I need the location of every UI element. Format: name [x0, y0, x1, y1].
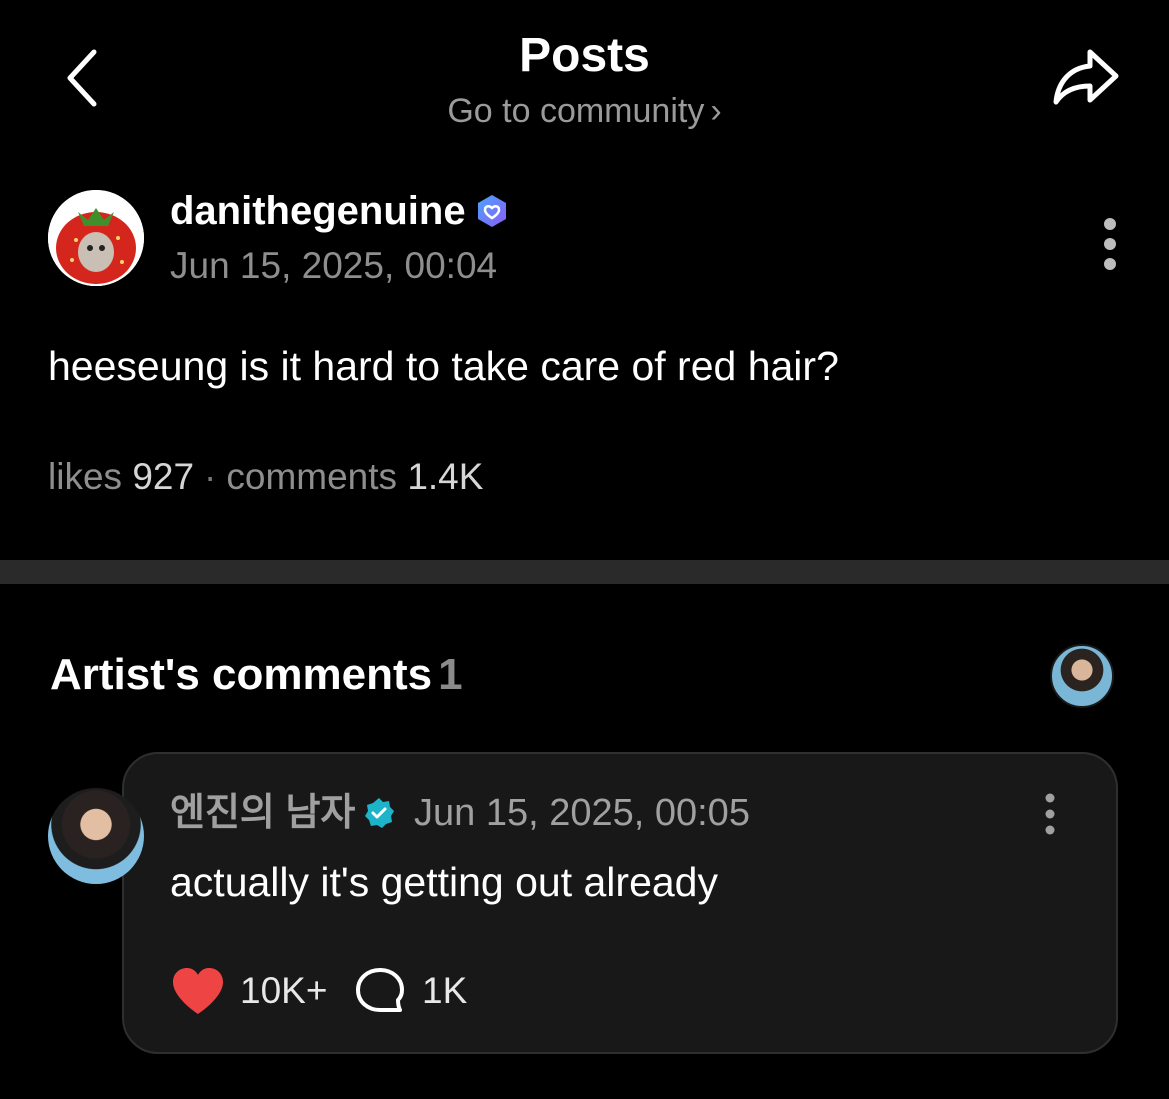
post-stats: likes 927 · comments 1.4K — [48, 454, 483, 500]
post-author-name: danithegenuine — [170, 189, 466, 233]
artist-comments-title: Artist's comments — [50, 650, 433, 699]
comment-timestamp: Jun 15, 2025, 00:05 — [414, 792, 750, 834]
verified-hexagon-icon — [477, 195, 506, 227]
commenter-avatar[interactable] — [48, 788, 144, 884]
verified-round-icon — [365, 798, 395, 828]
author-avatar[interactable] — [48, 190, 144, 286]
more-vertical-icon — [1104, 218, 1116, 270]
likes-label: likes — [48, 456, 123, 497]
comment-reply-count: 1K — [422, 970, 468, 1011]
heart-icon — [173, 968, 223, 1014]
comment-more-options-button[interactable] — [1034, 792, 1066, 836]
artist-avatar-small[interactable] — [1050, 644, 1114, 708]
comments-count: 1.4K — [407, 456, 484, 497]
more-vertical-icon — [1045, 793, 1055, 835]
like-button[interactable] — [170, 966, 226, 1016]
stats-separator: · — [204, 456, 217, 497]
go-to-community-link[interactable]: Go to community › — [0, 90, 1169, 132]
comments-label: comments — [226, 456, 398, 497]
section-divider — [0, 560, 1169, 584]
likes-count: 927 — [132, 456, 195, 497]
post-body-text: heeseung is it hard to take care of red … — [48, 343, 839, 389]
artist-comments-heading: Artist's comments 1 — [50, 648, 463, 702]
strawberry-avatar-image — [48, 190, 144, 286]
post-timestamp: Jun 15, 2025, 00:04 — [170, 245, 498, 286]
post-more-options-button[interactable] — [1092, 214, 1128, 278]
page-title: Posts — [519, 29, 650, 82]
comment-like-count: 10K+ — [240, 970, 328, 1011]
artist-comments-count: 1 — [438, 650, 463, 699]
comment-text: actually it's getting out already — [170, 859, 718, 905]
commenter-name: 엔진의 남자 — [170, 792, 356, 834]
chevron-right-icon: › — [710, 92, 722, 130]
share-button[interactable] — [1046, 42, 1126, 114]
speech-bubble-icon — [356, 968, 404, 1012]
share-arrow-icon — [1053, 49, 1119, 105]
community-link-label: Go to community — [447, 92, 705, 130]
reply-button[interactable] — [354, 966, 406, 1016]
post-author[interactable]: danithegenuine — [170, 188, 510, 234]
commenter[interactable]: 엔진의 남자 — [170, 790, 395, 836]
